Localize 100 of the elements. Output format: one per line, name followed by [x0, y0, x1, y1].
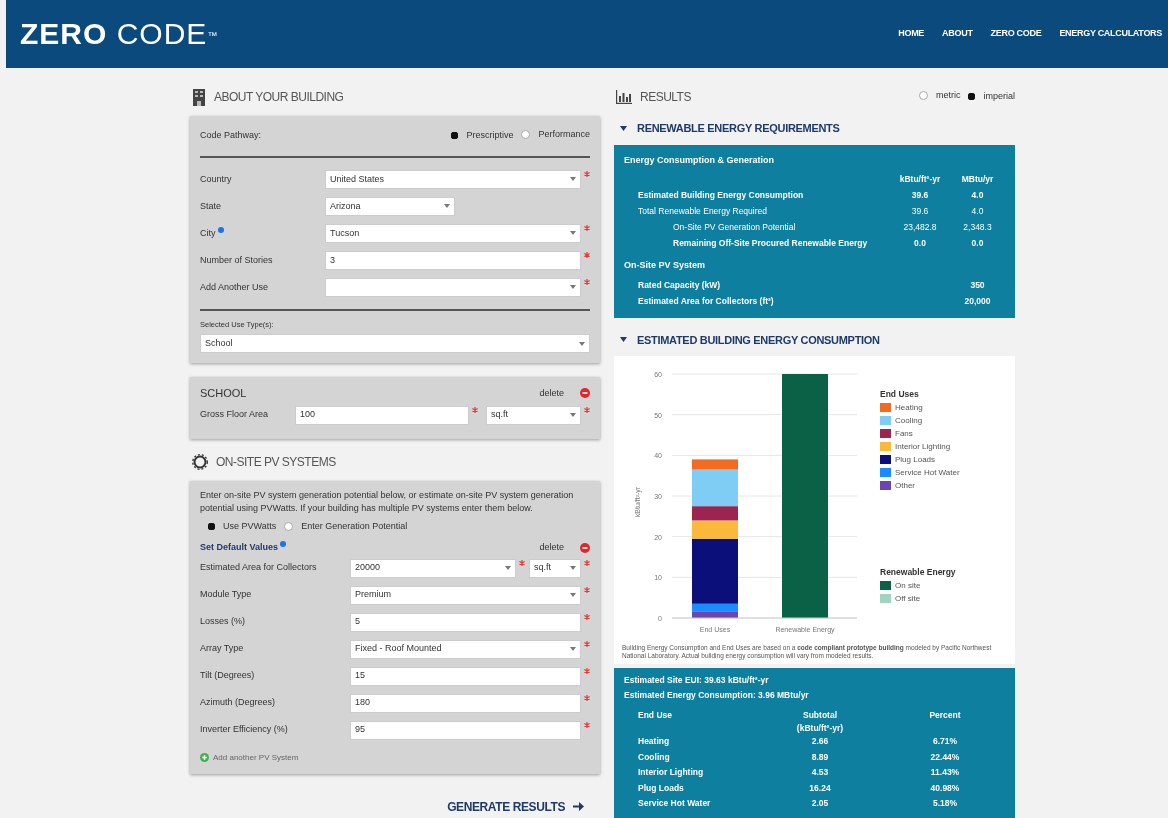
column-header: Percent — [928, 709, 962, 722]
use-title: SCHOOL — [200, 386, 247, 401]
nav-link[interactable]: HOME — [898, 28, 925, 39]
dropdown[interactable]: United States — [325, 169, 581, 189]
add-icon[interactable] — [200, 753, 209, 762]
nav-link[interactable]: ENERGY CALCULATORS — [1059, 28, 1162, 39]
table-cell-text: 5.18% — [931, 797, 959, 810]
input-field[interactable]: 95 — [350, 720, 581, 740]
remove-icon[interactable] — [580, 388, 590, 399]
table-cell-text: Service Hot Water — [637, 797, 712, 810]
dropdown[interactable]: Fixed - Roof Mounted — [350, 639, 581, 659]
section-heading[interactable]: ESTIMATED BUILDING ENERGY CONSUMPTION — [637, 331, 880, 348]
radio-label: Performance — [538, 128, 590, 141]
radio-button[interactable] — [521, 130, 531, 140]
legend-label: Service Hot Water — [895, 466, 960, 479]
table-cell-text: 0.0 — [913, 237, 927, 250]
row-label: Estimated Building Energy Consumption — [637, 189, 805, 202]
input-field[interactable]: 5 — [350, 612, 581, 632]
required-icon — [584, 614, 590, 620]
field-label: Country — [200, 173, 232, 184]
field-label: Add Another Use — [200, 281, 269, 292]
caret-icon[interactable] — [570, 566, 576, 570]
legend-label: Other — [895, 479, 915, 492]
required-icon — [584, 587, 590, 593]
delete-link[interactable]: delete — [539, 541, 564, 555]
radio-button[interactable] — [919, 91, 928, 101]
dropdown[interactable]: 20000 — [350, 558, 516, 578]
field-label: Tilt (Degrees) — [200, 669, 256, 683]
group-title: Energy Consumption & Generation — [624, 153, 775, 167]
table-cell-text: 23,482.8 — [902, 221, 938, 234]
caret-icon[interactable] — [620, 125, 627, 131]
add-link[interactable]: Add another PV System — [213, 751, 299, 764]
table-cell-text: Heating — [637, 735, 671, 748]
legend-title: End Uses — [880, 388, 920, 401]
table-cell-text: 2,348.3 — [962, 221, 993, 234]
field-label: State — [200, 200, 221, 211]
table-cell-text: 40.98% — [929, 781, 961, 795]
arrow-icon — [573, 802, 584, 811]
caret-icon[interactable] — [570, 285, 576, 290]
info-icon[interactable] — [217, 226, 224, 233]
generate-button[interactable]: GENERATE RESULTS — [447, 797, 584, 816]
radio-label: Prescriptive — [466, 129, 514, 142]
info-icon[interactable] — [280, 541, 287, 547]
input-field[interactable]: 100 — [295, 405, 469, 425]
default-values-link[interactable]: Set Default Values — [200, 542, 279, 552]
caret-icon[interactable] — [570, 231, 576, 236]
radio-button[interactable] — [208, 522, 215, 530]
column-header: End Use — [637, 709, 673, 722]
row-label: Remaining Off-Site Procured Renewable Energy — [672, 237, 869, 250]
radio-label: imperial — [983, 90, 1015, 104]
table-cell-text: 22.44% — [929, 750, 961, 764]
table-cell-text: 350 — [969, 278, 986, 292]
caret-icon[interactable] — [505, 566, 511, 570]
section-heading[interactable]: RENEWABLE ENERGY REQUIREMENTS — [637, 120, 840, 137]
caret-icon[interactable] — [570, 413, 576, 417]
required-icon — [584, 668, 590, 674]
section-title: ABOUT YOUR BUILDING — [214, 89, 344, 106]
dropdown[interactable]: sq.ft — [486, 405, 581, 425]
table-cell-text: 39.6 — [910, 205, 930, 218]
caret-icon[interactable] — [570, 177, 576, 182]
radio-button[interactable] — [451, 132, 459, 140]
field-label: Estimated Area for Collectors — [200, 561, 318, 575]
dropdown[interactable]: sq.ft — [529, 558, 581, 578]
table-cell-text: Plug Loads — [637, 781, 685, 795]
input-field[interactable]: 180 — [350, 693, 581, 713]
radio-button[interactable] — [284, 521, 294, 531]
table-cell-text: 16.24 — [808, 781, 832, 795]
dropdown[interactable]: Tucson — [325, 223, 581, 243]
required-icon — [584, 641, 590, 647]
logo[interactable]: ZERO CODE$^{™}$ — [20, 19, 219, 49]
delete-link[interactable]: delete — [539, 386, 564, 400]
required-icon — [584, 695, 590, 701]
legend-label: Plug Loads — [895, 453, 936, 466]
caret-icon[interactable] — [570, 647, 576, 651]
field-label: Losses (%) — [200, 615, 246, 629]
table-cell-text: 4.53 — [810, 766, 830, 779]
required-icon — [519, 560, 525, 566]
radio-button[interactable] — [968, 93, 976, 101]
caret-icon[interactable] — [570, 593, 576, 597]
input-field[interactable]: 15 — [350, 666, 581, 686]
table-cell-text: 4.0 — [970, 205, 985, 218]
dropdown[interactable]: Arizona — [325, 196, 455, 216]
caret-icon[interactable] — [444, 204, 450, 209]
input-field[interactable]: 3 — [325, 250, 581, 270]
caret-icon[interactable] — [620, 337, 627, 343]
radio-label: Enter Generation Potential — [301, 519, 408, 533]
row-label: Rated Capacity (kW) — [637, 278, 722, 292]
field-label: Inverter Efficiency (%) — [200, 723, 289, 737]
remove-icon[interactable] — [580, 542, 590, 553]
table-cell-text: Interior Lighting — [637, 766, 705, 779]
dropdown[interactable]: School — [200, 334, 590, 353]
section-title: ON-SITE PV SYSTEMS — [216, 453, 336, 471]
radio-label: Use PVWatts — [223, 519, 277, 533]
caret-icon[interactable] — [579, 341, 585, 346]
nav-link[interactable]: ZERO CODE — [990, 28, 1042, 39]
field-label: Azimuth (Degrees) — [200, 696, 277, 710]
dropdown[interactable]: Premium — [350, 585, 581, 605]
nav-link[interactable]: ABOUT — [942, 28, 973, 39]
bar-chart-icon — [616, 90, 632, 104]
radio-label: metric — [936, 89, 961, 103]
